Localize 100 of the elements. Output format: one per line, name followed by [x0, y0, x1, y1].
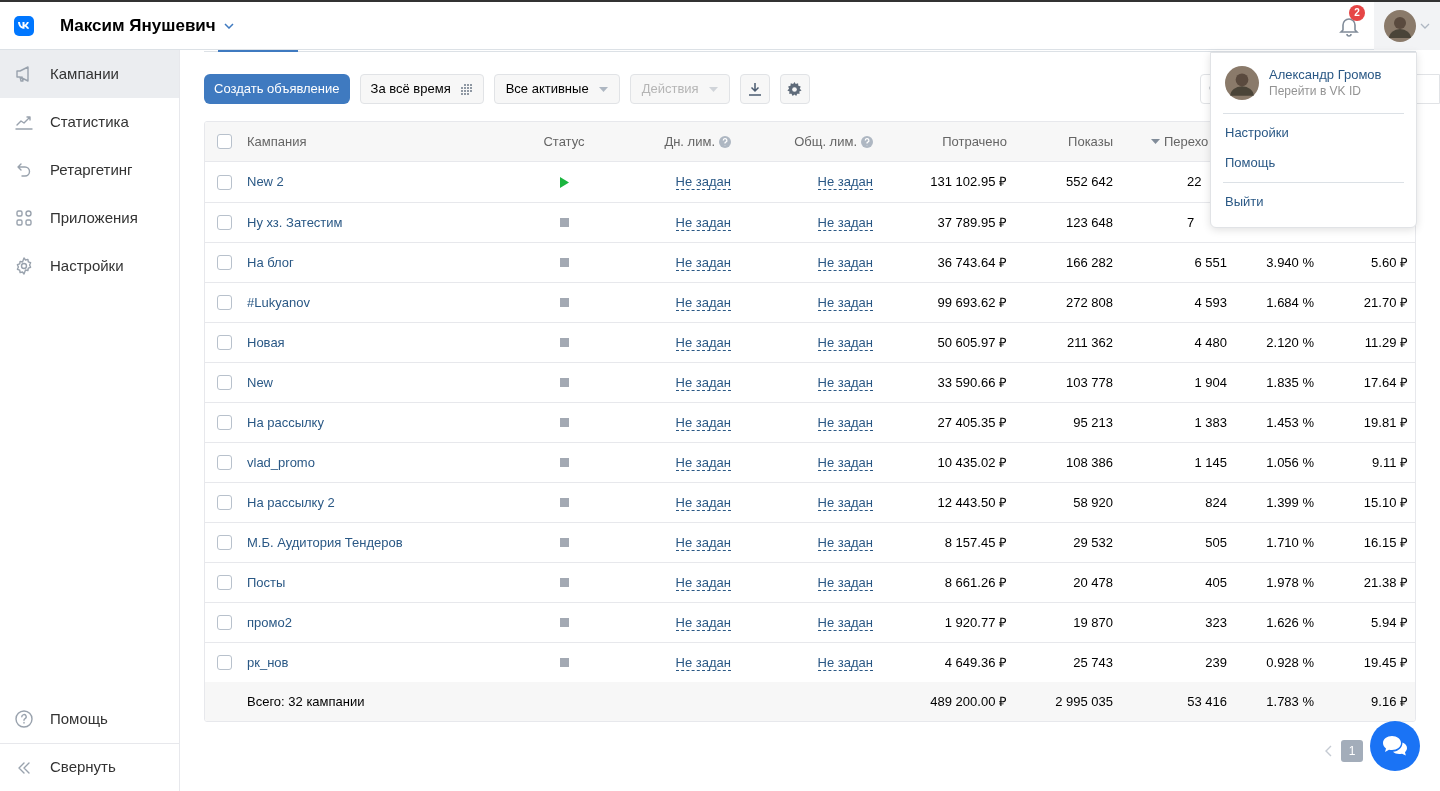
campaign-link[interactable]: vlad_promo [247, 452, 315, 473]
limit-link[interactable]: Не задан [817, 654, 873, 671]
limit-link[interactable]: Не задан [675, 294, 731, 311]
help-icon[interactable] [719, 135, 731, 148]
campaign-link[interactable]: New 2 [247, 172, 284, 192]
limit-link[interactable]: Не задан [675, 214, 731, 231]
filter-dropdown[interactable]: Все активные [493, 74, 620, 104]
campaign-link[interactable]: Новая [247, 332, 285, 353]
limit-link[interactable]: Не задан [675, 574, 731, 591]
checkbox[interactable] [217, 575, 232, 590]
limit-link[interactable]: Не задан [675, 494, 731, 511]
checkbox[interactable] [217, 134, 232, 149]
chat-button[interactable] [1370, 721, 1420, 771]
limit-link[interactable]: Не задан [817, 174, 873, 190]
checkbox[interactable] [217, 375, 232, 390]
total-label: Всего: 32 кампании [247, 692, 365, 711]
limit-link[interactable]: Не задан [817, 454, 873, 471]
checkbox[interactable] [217, 174, 232, 190]
checkbox[interactable] [217, 615, 232, 630]
checkbox[interactable] [217, 215, 232, 230]
limit-link[interactable]: Не задан [817, 334, 873, 351]
limit-link[interactable]: Не задан [817, 534, 873, 551]
limit-link[interactable]: Не задан [817, 614, 873, 631]
campaign-link[interactable]: промо2 [247, 612, 292, 633]
table-cell-text: 8 157.45 ₽ [944, 533, 1007, 552]
column-header[interactable]: Статус [543, 131, 585, 152]
stop-icon [559, 258, 569, 267]
table-cell-text: 405 [1205, 573, 1227, 592]
checkbox[interactable] [217, 535, 232, 550]
table-cell-text: 27 405.35 ₽ [937, 413, 1007, 432]
stop-icon [559, 658, 569, 667]
user-name[interactable]: Александр Громов [1269, 67, 1382, 83]
checkbox[interactable] [217, 335, 232, 350]
campaign-link[interactable]: #Lukyanov [247, 292, 310, 313]
column-header[interactable]: Общ. лим. [794, 131, 857, 152]
menu-item[interactable]: Настройки [1211, 118, 1416, 148]
table-cell-text: 21.38 ₽ [1363, 573, 1408, 592]
table-cell-text: 6 551 [1194, 253, 1227, 272]
settings-button[interactable] [779, 74, 810, 104]
limit-link[interactable]: Не задан [675, 254, 731, 271]
limit-link[interactable]: Не задан [817, 374, 873, 391]
limit-link[interactable]: Не задан [817, 494, 873, 511]
limit-link[interactable]: Не задан [675, 614, 731, 631]
limit-link[interactable]: Не задан [675, 454, 731, 471]
menu-item[interactable]: Выйти [1211, 187, 1416, 217]
campaign-link[interactable]: New [247, 372, 273, 393]
help-icon [14, 709, 34, 729]
table-cell-text: 2.120 % [1266, 333, 1314, 352]
campaign-link[interactable]: На рассылку 2 [247, 492, 335, 513]
table-cell-text: 3.940 % [1266, 253, 1314, 272]
campaign-link[interactable]: На рассылку [247, 412, 324, 433]
sidebar-item[interactable]: Помощь [0, 695, 179, 743]
stop-icon [559, 418, 569, 427]
column-header[interactable]: Кампания [247, 131, 307, 152]
account-switcher[interactable]: Максим Янушевич [60, 12, 234, 39]
table-cell-text: 20 478 [1073, 573, 1113, 592]
limit-link[interactable]: Не задан [675, 334, 731, 351]
limit-link[interactable]: Не задан [817, 254, 873, 271]
column-header[interactable]: Показы [1068, 131, 1113, 152]
campaign-link[interactable]: М.Б. Аудитория Тендеров [247, 532, 403, 553]
limit-link[interactable]: Не задан [675, 534, 731, 551]
campaign-link[interactable]: На блог [247, 252, 294, 273]
limit-link[interactable]: Не задан [817, 414, 873, 431]
campaign-link[interactable]: Ну хз. Затестим [247, 212, 343, 233]
checkbox[interactable] [217, 415, 232, 430]
sidebar-item[interactable]: Кампании [0, 50, 179, 98]
vk-logo[interactable] [14, 15, 34, 36]
menu-item[interactable]: Помощь [1211, 148, 1416, 178]
limit-link[interactable]: Не задан [817, 214, 873, 231]
table-cell-text: 108 386 [1066, 453, 1113, 472]
table-cell-text: 1 145 [1194, 453, 1227, 472]
table-cell-text: 58 920 [1073, 493, 1113, 512]
campaign-link[interactable]: рк_нов [247, 652, 289, 673]
campaign-link[interactable]: Посты [247, 572, 286, 593]
limit-link[interactable]: Не задан [675, 374, 731, 391]
table-cell-text: 1.835 % [1266, 373, 1314, 392]
table-cell-text: 33 590.66 ₽ [937, 373, 1007, 392]
profile-menu-button[interactable] [1374, 2, 1440, 50]
checkbox[interactable] [217, 255, 232, 270]
sort-descending-icon[interactable] [1151, 139, 1160, 144]
checkbox[interactable] [217, 655, 232, 670]
checkbox[interactable] [217, 495, 232, 510]
column-header[interactable]: Потрачено [942, 131, 1007, 152]
period-button[interactable]: За всё время [359, 74, 484, 104]
column-header[interactable]: Дн. лим. [664, 131, 715, 152]
create-ad-button[interactable]: Создать объявление [204, 74, 350, 104]
previous-page-icon[interactable] [1325, 745, 1333, 757]
limit-link[interactable]: Не задан [675, 414, 731, 431]
checkbox[interactable] [217, 295, 232, 310]
limit-link[interactable]: Не задан [817, 294, 873, 311]
stop-icon [559, 618, 569, 627]
limit-link[interactable]: Не задан [675, 174, 731, 190]
table-cell-text: 1 920.77 ₽ [944, 613, 1007, 632]
help-icon[interactable] [861, 135, 873, 148]
limit-link[interactable]: Не задан [817, 574, 873, 591]
limit-link[interactable]: Не задан [675, 654, 731, 671]
download-button[interactable] [739, 74, 770, 104]
checkbox[interactable] [217, 455, 232, 470]
column-header[interactable]: Перехо [1164, 131, 1209, 152]
sidebar-item[interactable]: Свернуть [0, 743, 179, 791]
